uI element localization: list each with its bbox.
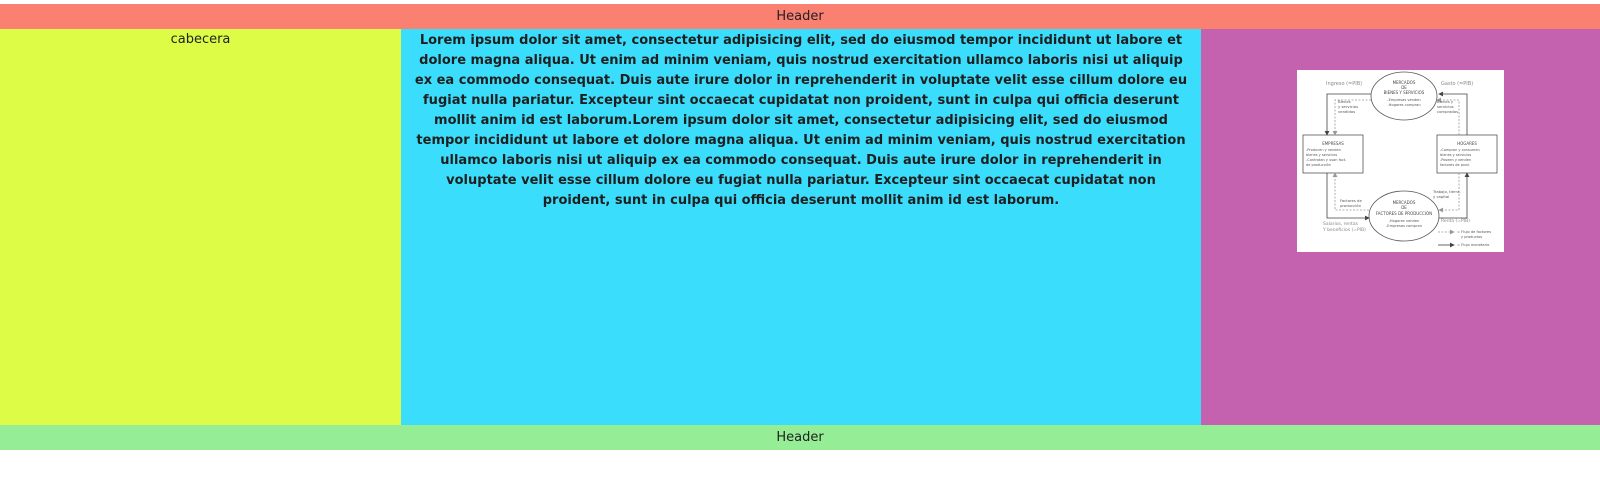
goods-market-title3: BIENES Y SERVICIOS (1384, 90, 1425, 95)
circular-flow-diagram: MERCADOS DE BIENES Y SERVICIOS -Empresas… (1297, 70, 1504, 252)
households-item2: bienes y servicios (1440, 153, 1471, 157)
companies-title: EMPRESAS (1322, 141, 1344, 146)
companies-item1: -Producen y venden (1306, 148, 1341, 152)
left-column: cabecera (0, 29, 401, 425)
main-paragraph: Lorem ipsum dolor sit amet, consectetur … (414, 33, 1188, 208)
goods-sold-line3: vendidos (1338, 109, 1355, 114)
legend-goods-line2: y productos (1461, 235, 1482, 239)
footer-title: Header (776, 430, 824, 445)
diagram-svg: MERCADOS DE BIENES Y SERVICIOS -Empresas… (1302, 71, 1498, 248)
left-column-label: cabecera (170, 32, 231, 47)
legend-goods-line1: = Flujo de factores (1457, 230, 1491, 234)
factor-market-title2: DE (1401, 205, 1407, 210)
factor-market-item1: -Hogares venden (1389, 219, 1420, 223)
companies-item2: bienes y servicios (1306, 153, 1337, 157)
legend-money-text: = Flujo monetario (1457, 243, 1489, 247)
factor-market-ellipse (1368, 190, 1440, 242)
main-content: Lorem ipsum dolor sit amet, consectetur … (401, 29, 1201, 425)
goods-bought-line3: comprados (1437, 109, 1458, 114)
page-footer: Header (0, 425, 1600, 450)
goods-market-item2: -Hogares compran (1387, 103, 1420, 107)
page-header: Header (0, 4, 1600, 29)
factor-market-item2: -Empresas compran (1386, 224, 1422, 228)
factor-market-title3: FACTORES DE PRODUCCIÓN (1376, 211, 1432, 216)
page: Header cabecera Lorem ipsum dolor sit am… (0, 0, 1600, 494)
labor-land-line2: y capital (1433, 194, 1449, 199)
wages-flow-arrow (1326, 173, 1370, 221)
companies-item3: -Contratan y usan fact. (1306, 158, 1346, 162)
right-column: MERCADOS DE BIENES Y SERVICIOS -Empresas… (1201, 29, 1600, 425)
spending-label: Gasto (=PIB) (1441, 81, 1473, 87)
companies-item4: de producción (1306, 163, 1331, 167)
wages-line2: Y beneficios (=PIB) (1322, 227, 1366, 233)
households-title: HOGARES (1457, 141, 1477, 146)
header-title: Header (776, 9, 824, 24)
households-item1: -Compran y consumen (1440, 148, 1480, 152)
households-item3: -Poseen y venden (1440, 158, 1471, 162)
renta-label: Renta (=PIB) (1441, 218, 1470, 224)
wages-line1: Salarios, rentas (1323, 221, 1359, 227)
factors-prod-line2: producción (1340, 203, 1362, 208)
households-item4: factores de prod. (1440, 163, 1470, 167)
goods-market-item1: -Empresas venden (1387, 98, 1420, 102)
income-label: Ingreso (=PIB) (1326, 81, 1362, 87)
